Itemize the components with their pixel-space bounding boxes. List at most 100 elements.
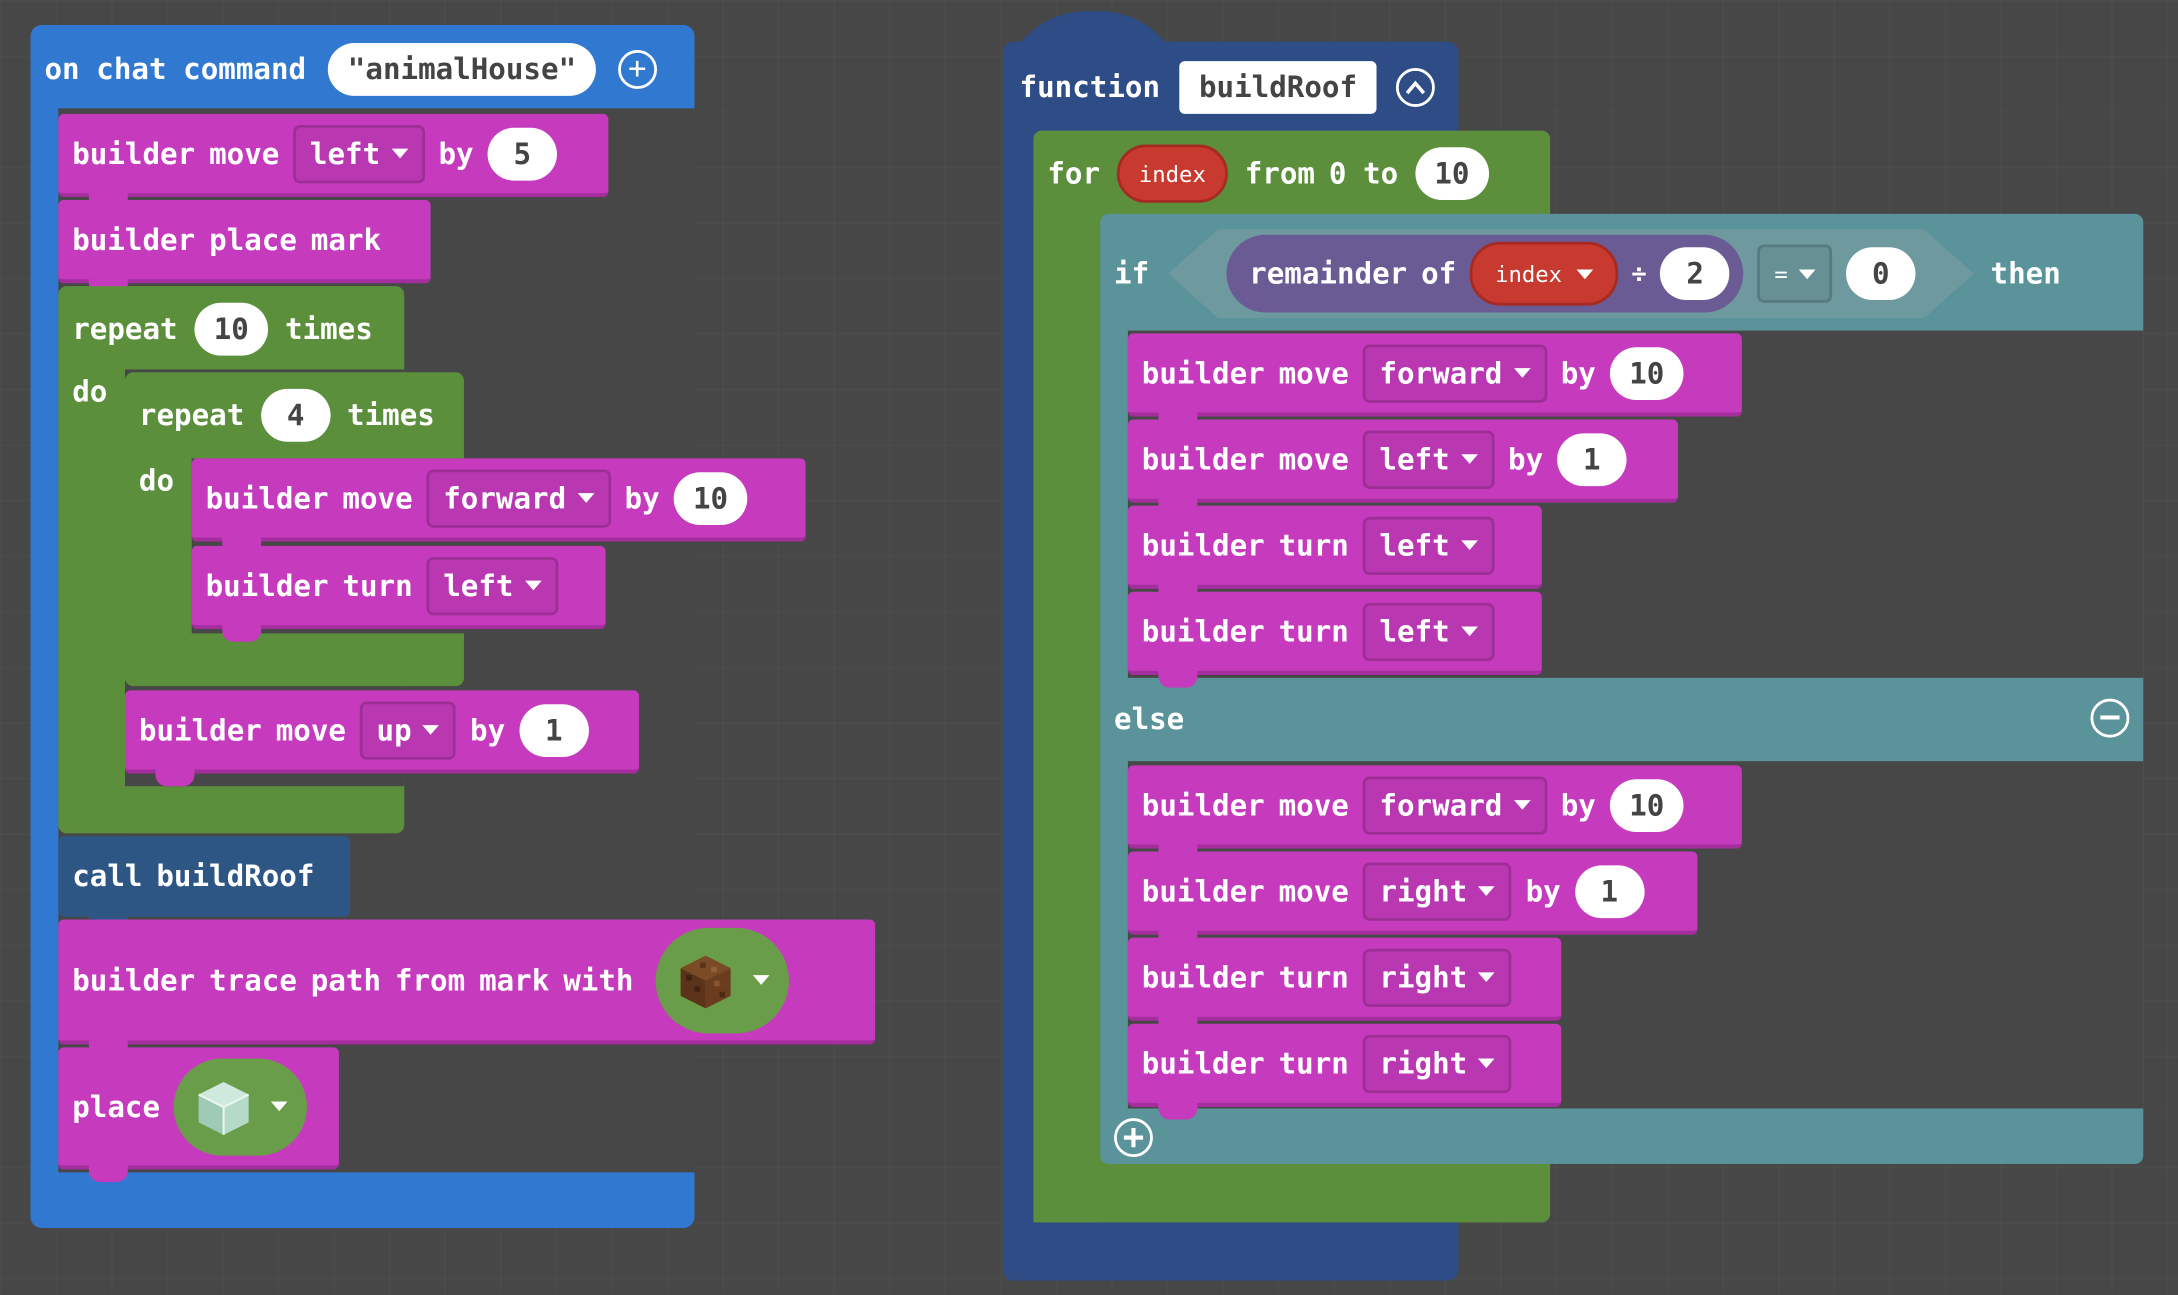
else-word: else [1114,702,1185,737]
move-word: move [1278,356,1349,390]
builder-turn-right-block[interactable]: builder turn right [1127,937,1562,1034]
builder-turn-left-block[interactable]: builder turn left [191,545,606,642]
builder-word: builder [72,222,196,257]
workspace[interactable]: on chat command " animalHouse " + builder m… [0,0,2178,1295]
command-name-field[interactable]: " animalHouse " [328,43,596,96]
move-word: move [1278,788,1349,822]
distance-input[interactable]: 1 [1574,864,1645,918]
turn-word: turn [1278,528,1349,562]
mark-word: mark [310,222,382,257]
turn-word: turn [1278,1046,1349,1080]
condition-right-cap [1923,229,1974,319]
else-header: else [1100,681,2143,759]
for-loop-left-strip [1033,213,1101,1223]
place-word: place [209,222,297,257]
by-word: by [1560,356,1596,390]
builder-move-right-block[interactable]: builder move right by 1 [1127,851,1698,948]
place-word: place [72,1089,161,1124]
builder-word: builder [1141,528,1265,562]
direction-dropdown[interactable]: left [1362,429,1495,489]
times-word: times [284,312,373,346]
direction-dropdown[interactable]: up [359,700,457,760]
of-word: of [1421,256,1457,291]
distance-input[interactable]: 1 [1557,432,1627,486]
index-value: index [1495,260,1563,287]
index-variable-dropdown[interactable]: index [1470,241,1618,306]
divisor-input[interactable]: 2 [1660,247,1730,301]
repeat-count-input[interactable]: 4 [260,388,331,442]
builder-move-left-block[interactable]: builder move left by 1 [1127,419,1678,516]
add-parameter-icon[interactable]: + [617,50,657,89]
builder-word: builder [205,481,329,515]
to-value-input[interactable]: 10 [1414,147,1489,201]
builder-trace-path-block[interactable]: builder trace path from mark with [58,919,876,1058]
direction-dropdown[interactable]: forward [426,468,611,528]
move-word: move [275,713,346,747]
comparison-block[interactable]: remainder of index ÷ 2 = 0 [1218,229,1924,319]
loop-variable[interactable]: index [1116,144,1229,203]
distance-input[interactable]: 1 [519,703,589,757]
builder-word: builder [138,713,262,747]
with-word: with [563,963,634,997]
call-buildroof-block[interactable]: call buildRoof [58,836,351,934]
add-elseif-icon[interactable] [1114,1118,1153,1158]
repeat-outer-do-label: do [72,375,108,409]
direction-dropdown[interactable]: left [1362,516,1495,575]
builder-move-forward-block[interactable]: builder move forward by 10 [1127,333,1742,430]
chevron-down-icon [271,1101,288,1112]
trace-block-dropdown[interactable] [655,927,790,1033]
condition-left-cap [1168,229,1219,319]
remove-else-icon[interactable] [2090,698,2130,738]
chevron-down-icon [422,725,440,735]
turn-word: turn [1278,614,1349,648]
direction-dropdown[interactable]: left [293,124,425,183]
direction-dropdown[interactable]: right [1362,1034,1512,1093]
builder-turn-left-block[interactable]: builder turn left [1127,505,1542,602]
builder-move-forward-block[interactable]: builder move forward by 10 [191,458,806,555]
distance-input[interactable]: 10 [673,471,748,525]
function-name-field[interactable]: buildRoof [1179,61,1377,114]
builder-turn-right-block[interactable]: builder turn right [1127,1023,1562,1120]
from-word: from [394,963,466,997]
direction-dropdown[interactable]: left [426,556,558,615]
distance-input[interactable]: 10 [1609,346,1684,400]
repeat-inner-header: repeat 4 times [125,375,464,456]
builder-word: builder [72,136,196,171]
chat-command-event-header[interactable]: on chat command " animalHouse " + [31,31,695,109]
direction-dropdown[interactable]: left [1362,602,1495,661]
distance-input[interactable]: 5 [487,127,557,180]
direction-value: left [1379,442,1450,476]
direction-dropdown[interactable]: right [1362,948,1512,1007]
builder-word: builder [1141,960,1265,994]
builder-word: builder [1141,442,1265,476]
place-block[interactable]: place [58,1047,339,1183]
builder-turn-left-block[interactable]: builder turn left [1127,591,1542,688]
direction-dropdown[interactable]: forward [1362,775,1547,835]
direction-dropdown[interactable]: right [1362,861,1512,921]
place-block-dropdown[interactable] [173,1057,308,1155]
builder-word: builder [1141,874,1265,908]
builder-move-forward-block[interactable]: builder move forward by 10 [1127,765,1742,862]
comparison-operator-dropdown[interactable]: = [1757,244,1833,303]
remainder-block[interactable]: remainder of index ÷ 2 [1226,234,1744,313]
mark-word: mark [479,963,550,997]
move-word: move [342,481,413,515]
builder-word: builder [205,568,329,603]
direction-value: forward [1379,356,1503,390]
direction-dropdown[interactable]: forward [1362,343,1547,403]
by-word: by [1560,788,1596,822]
by-word: by [624,481,660,515]
times-word: times [347,398,435,432]
call-word: call [72,859,143,894]
repeat-count-input[interactable]: 10 [194,302,269,356]
builder-place-mark-block[interactable]: builder place mark [58,200,431,296]
builder-word: builder [72,963,196,997]
builder-move-up-block[interactable]: builder move up by 1 [125,690,639,787]
comparison-rhs-input[interactable]: 0 [1846,247,1916,301]
builder-move-left-block[interactable]: builder move left by 5 [58,113,609,210]
by-word: by [1525,874,1561,908]
distance-input[interactable]: 10 [1609,778,1684,832]
chevron-down-icon [1460,540,1478,551]
event-block-footer [30,1172,695,1228]
collapse-icon[interactable] [1395,68,1435,107]
